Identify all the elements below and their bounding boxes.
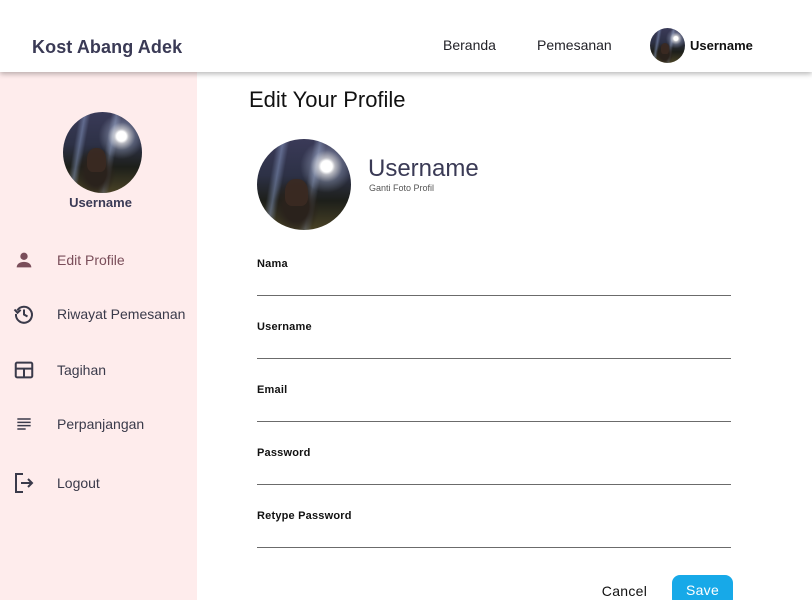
sidebar-item-perpanjangan[interactable]: Perpanjangan bbox=[0, 406, 197, 442]
cancel-button[interactable]: Cancel bbox=[592, 578, 657, 600]
field-password: Password bbox=[257, 447, 731, 497]
sidebar-item-edit-profile[interactable]: Edit Profile bbox=[0, 242, 197, 278]
person-icon bbox=[12, 248, 36, 272]
nav-user-menu[interactable]: Username bbox=[650, 28, 753, 63]
field-nama: Nama bbox=[257, 258, 731, 308]
sidebar-item-label: Edit Profile bbox=[57, 252, 125, 268]
list-lines-icon bbox=[12, 412, 36, 436]
sidebar-item-label: Perpanjangan bbox=[57, 416, 145, 432]
sidebar-item-logout[interactable]: Logout bbox=[0, 465, 197, 501]
sidebar-item-label: Logout bbox=[57, 475, 100, 491]
username-input[interactable] bbox=[257, 337, 731, 359]
field-email: Email bbox=[257, 384, 731, 434]
field-label: Password bbox=[257, 447, 311, 459]
logout-icon bbox=[12, 471, 36, 495]
profile-username: Username bbox=[368, 155, 479, 182]
sidebar-avatar bbox=[63, 112, 142, 193]
field-retype-password: Retype Password bbox=[257, 510, 731, 560]
brand-title[interactable]: Kost Abang Adek bbox=[32, 37, 182, 58]
page-title: Edit Your Profile bbox=[249, 87, 406, 112]
field-label: Nama bbox=[257, 258, 288, 270]
field-label: Retype Password bbox=[257, 510, 352, 522]
email-input[interactable] bbox=[257, 400, 731, 422]
change-photo-link[interactable]: Ganti Foto Profil bbox=[369, 183, 434, 193]
sidebar-item-label: Riwayat Pemesanan bbox=[57, 306, 186, 322]
nav-username: Username bbox=[690, 38, 753, 53]
field-label: Username bbox=[257, 321, 312, 333]
profile-avatar[interactable] bbox=[257, 139, 351, 230]
nama-input[interactable] bbox=[257, 274, 731, 296]
retype-password-input[interactable] bbox=[257, 526, 731, 548]
field-label: Email bbox=[257, 384, 288, 396]
sidebar-username: Username bbox=[69, 195, 132, 210]
password-input[interactable] bbox=[257, 463, 731, 485]
nav-beranda-link[interactable]: Beranda bbox=[443, 37, 496, 53]
table-icon bbox=[12, 358, 36, 382]
sidebar: Username Edit Profile Riwayat Pemesanan … bbox=[0, 72, 197, 600]
nav-pemesanan-link[interactable]: Pemesanan bbox=[537, 37, 612, 53]
field-username: Username bbox=[257, 321, 731, 371]
save-button[interactable]: Save bbox=[672, 575, 733, 600]
sidebar-item-riwayat-pemesanan[interactable]: Riwayat Pemesanan bbox=[0, 296, 197, 332]
history-icon bbox=[12, 302, 36, 326]
top-navbar: Kost Abang Adek Beranda Pemesanan Userna… bbox=[0, 0, 812, 72]
nav-avatar[interactable] bbox=[650, 28, 685, 63]
sidebar-item-tagihan[interactable]: Tagihan bbox=[0, 352, 197, 388]
sidebar-item-label: Tagihan bbox=[57, 362, 107, 378]
